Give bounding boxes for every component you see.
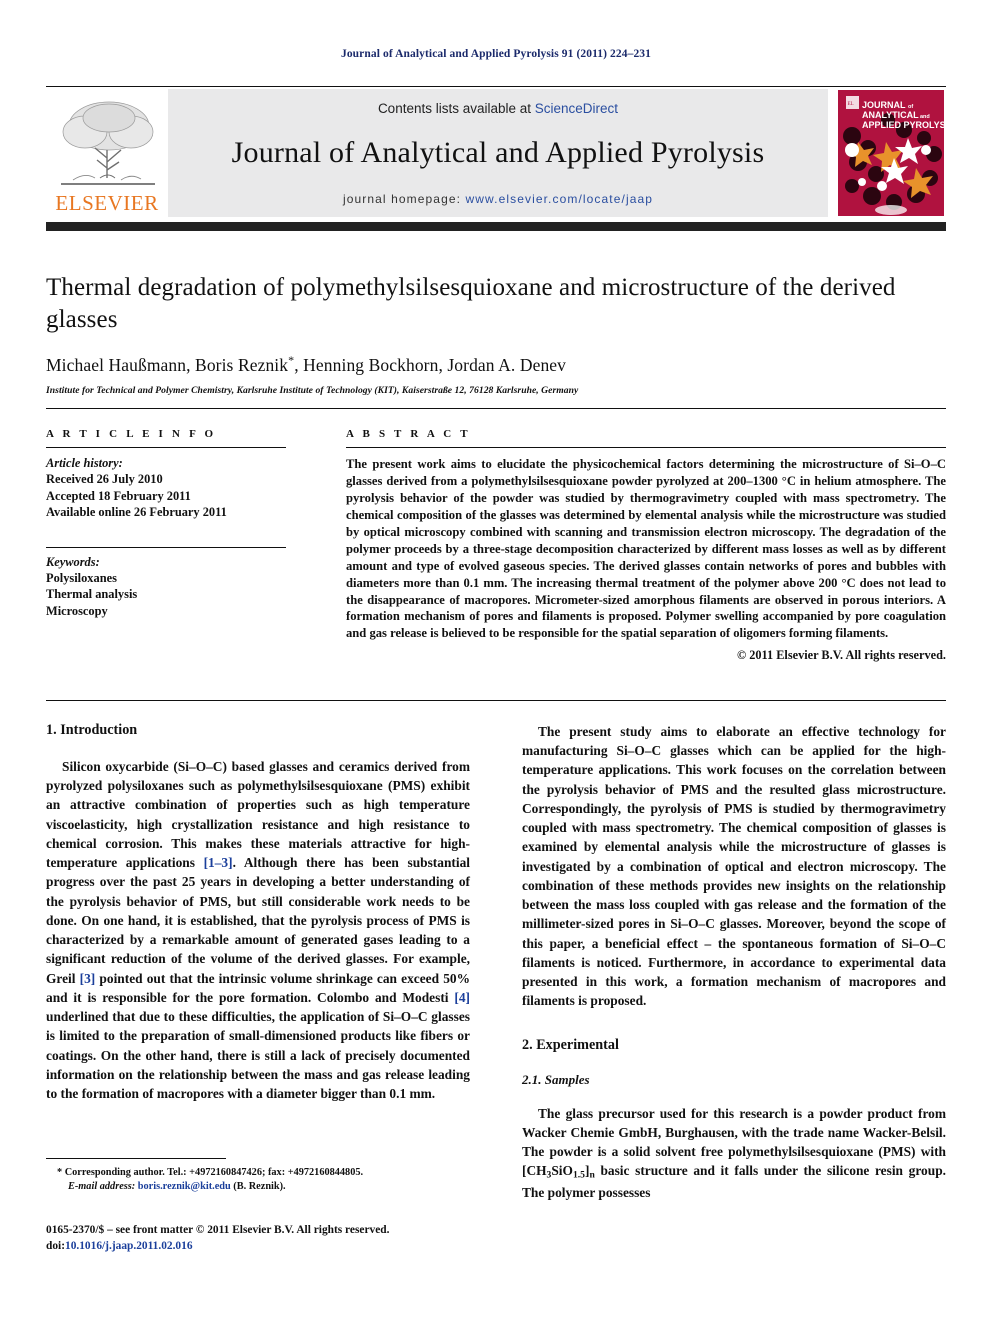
info-abstract-block: A R T I C L E I N F O Article history: R… bbox=[46, 428, 946, 663]
doi-line: doi:10.1016/j.jaap.2011.02.016 bbox=[46, 1238, 516, 1254]
citation-ref[interactable]: [4] bbox=[454, 990, 470, 1005]
running-head: Journal of Analytical and Applied Pyroly… bbox=[340, 48, 652, 60]
elsevier-wordmark: ELSEVIER bbox=[55, 191, 159, 215]
svg-text:APPLIED PYROLYSIS: APPLIED PYROLYSIS bbox=[862, 120, 944, 130]
page-title: Thermal degradation of polymethylsilsesq… bbox=[46, 274, 896, 333]
intro-paragraph: Silicon oxycarbide (Si–O–C) based glasse… bbox=[46, 757, 470, 1103]
right-column: The present study aims to elaborate an e… bbox=[522, 722, 946, 1202]
abstract-kicker-rule bbox=[346, 447, 946, 448]
body-columns: 1. Introduction Silicon oxycarbide (Si–O… bbox=[46, 722, 946, 1202]
abstract-copyright: © 2011 Elsevier B.V. All rights reserved… bbox=[736, 648, 946, 663]
formula-subscript: 1.5 bbox=[572, 1169, 585, 1181]
article-info-kicker-rule bbox=[46, 447, 286, 448]
homepage-prefix: journal homepage: bbox=[342, 191, 466, 206]
masthead-divider-bar bbox=[46, 222, 946, 231]
article-history-online: Available online 26 February 2011 bbox=[46, 505, 227, 520]
keyword-item: Microscopy bbox=[46, 604, 108, 619]
email-address-owner: (B. Reznik). bbox=[230, 1181, 286, 1193]
svg-text:JOURNAL: JOURNAL bbox=[862, 100, 906, 110]
abstract-text: The present work aims to elucidate the p… bbox=[346, 457, 946, 641]
intro-text-b: . Although there has been substantial pr… bbox=[46, 855, 470, 986]
article-info-gap bbox=[46, 521, 316, 541]
authors-leading: Michael Haußmann, Boris Reznik bbox=[46, 354, 289, 375]
sciencedirect-link[interactable]: ScienceDirect bbox=[535, 101, 618, 116]
issn-copyright-line: 0165-2370/$ – see front matter © 2011 El… bbox=[46, 1224, 390, 1236]
elsevier-tree-icon bbox=[61, 101, 155, 185]
homepage-url-link[interactable]: www.elsevier.com/locate/jaap bbox=[466, 192, 654, 206]
doi-link[interactable]: 10.1016/j.jaap.2011.02.016 bbox=[65, 1240, 193, 1252]
affiliation: Institute for Technical and Polymer Chem… bbox=[46, 384, 579, 396]
abstract-column: A B S T R A C T The present work aims to… bbox=[346, 428, 946, 663]
article-history-received: Received 26 July 2010 bbox=[46, 472, 163, 486]
article-history-accepted: Accepted 18 February 2011 bbox=[46, 488, 191, 503]
abstract-top-rule bbox=[46, 408, 946, 409]
samples-paragraph: The glass precursor used for this resear… bbox=[522, 1104, 946, 1202]
corresponding-author-note: * Corresponding author. Tel.: +497216084… bbox=[46, 1166, 476, 1195]
article-page: Journal of Analytical and Applied Pyroly… bbox=[0, 0, 992, 1323]
intro-text-d: underlined that due to these difficultie… bbox=[46, 1009, 470, 1101]
journal-band: Contents lists available at ScienceDirec… bbox=[168, 89, 828, 217]
footnote-rule bbox=[46, 1158, 226, 1159]
article-history-label: Article history: bbox=[46, 456, 123, 470]
section-heading-experimental: 2. Experimental bbox=[522, 1036, 619, 1053]
footnote-block: * Corresponding author. Tel.: +497216084… bbox=[46, 1166, 476, 1195]
title-block: Thermal degradation of polymethylsilsesq… bbox=[46, 272, 946, 396]
journal-title: Journal of Analytical and Applied Pyroly… bbox=[231, 135, 765, 169]
article-info-kicker: A R T I C L E I N F O bbox=[46, 428, 217, 440]
email-address-label: E-mail address: bbox=[68, 1181, 136, 1193]
left-column: 1. Introduction Silicon oxycarbide (Si–O… bbox=[46, 722, 470, 1202]
article-info-separator bbox=[46, 546, 286, 548]
contents-available-line: Contents lists available at ScienceDirec… bbox=[378, 101, 618, 116]
abstract-kicker: A B S T R A C T bbox=[346, 428, 471, 440]
corresponding-author-text: * Corresponding author. Tel.: +497216084… bbox=[57, 1167, 364, 1178]
intro-text-c: pointed out that the intrinsic volume sh… bbox=[46, 970, 470, 1005]
author-list: Michael Haußmann, Boris Reznik*, Henning… bbox=[46, 353, 946, 376]
journal-cover-thumbnail[interactable]: JOURNAL of ANALYTICAL and APPLIED PYROLY… bbox=[836, 89, 946, 217]
contents-prefix: Contents lists available at bbox=[377, 100, 535, 116]
section-heading-introduction: 1. Introduction bbox=[46, 722, 138, 738]
intro-text-a: Silicon oxycarbide (Si–O–C) based glasse… bbox=[46, 759, 470, 871]
svg-text:EL: EL bbox=[848, 102, 854, 107]
citation-ref[interactable]: [1–3] bbox=[204, 855, 233, 870]
doi-label: doi: bbox=[46, 1240, 65, 1253]
journal-cover-image: JOURNAL of ANALYTICAL and APPLIED PYROLY… bbox=[838, 90, 944, 216]
keywords-label: Keywords: bbox=[46, 554, 100, 569]
imprint-block: 0165-2370/$ – see front matter © 2011 El… bbox=[46, 1222, 516, 1254]
article-info-column: A R T I C L E I N F O Article history: R… bbox=[46, 428, 316, 663]
elsevier-logo: ELSEVIER bbox=[46, 89, 168, 217]
email-address-link[interactable]: boris.reznik@kit.edu bbox=[138, 1181, 231, 1192]
aims-paragraph: The present study aims to elaborate an e… bbox=[522, 724, 946, 1009]
body-top-rule bbox=[46, 700, 946, 701]
svg-text:ANALYTICAL: ANALYTICAL bbox=[862, 110, 919, 120]
keyword-item: Thermal analysis bbox=[46, 587, 138, 602]
citation-ref[interactable]: [3] bbox=[80, 971, 96, 986]
keyword-item: Polysiloxanes bbox=[46, 570, 117, 585]
authors-trailing: , Henning Bockhorn, Jordan A. Denev bbox=[294, 354, 567, 375]
journal-homepage-line: journal homepage: www.elsevier.com/locat… bbox=[343, 192, 653, 206]
journal-masthead: ELSEVIER Contents lists available at Sci… bbox=[46, 86, 946, 218]
samples-text-b: SiO bbox=[551, 1163, 573, 1179]
subsection-heading-samples: 2.1. Samples bbox=[522, 1071, 590, 1087]
